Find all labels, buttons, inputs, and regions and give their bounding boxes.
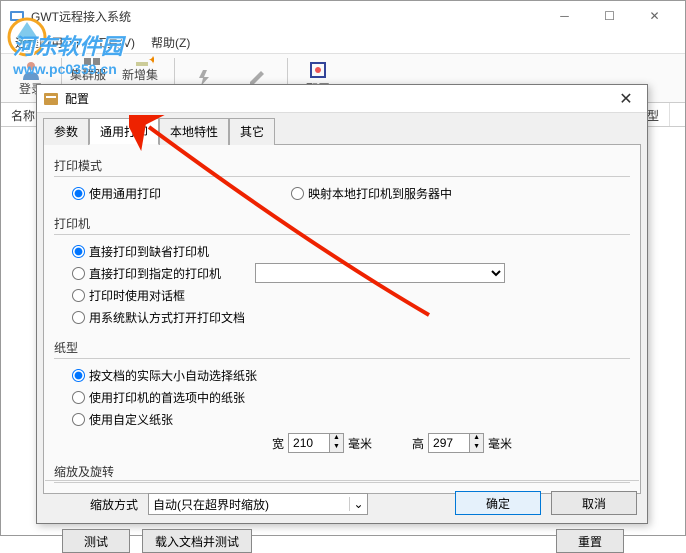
radio-printer-sysdefault[interactable]: 用系统默认方式打开打印文档 [72,307,630,327]
radio-printer-default[interactable]: 直接打印到缺省打印机 [72,241,630,261]
menu-tools[interactable]: 工具(V) [89,32,141,53]
user-icon [21,60,41,80]
height-unit: 毫米 [488,435,512,452]
spin-down-icon[interactable]: ▼ [469,443,483,452]
config-icon [308,60,328,80]
main-titlebar: GWT远程接入系统 ─ ☐ ✕ [1,1,685,31]
watermark-logo-icon [7,17,47,57]
width-label: 宽 [272,435,284,452]
config-dialog: 配置 ✕ 参数 通用打印 本地特性 其它 打印模式 使用通用打印 映射本地打印机… [36,84,648,524]
dialog-title: 配置 [65,90,89,107]
spin-down-icon[interactable]: ▼ [329,443,343,452]
dialog-icon [43,91,59,107]
main-title: GWT远程接入系统 [31,8,542,25]
printer-section: 直接打印到缺省打印机 直接打印到指定的打印机 打印时使用对话框 用系统默认方式打… [54,234,630,335]
footer-separator [45,480,639,481]
scale-label: 缩放及旋转 [54,463,630,480]
tab-params[interactable]: 参数 [43,118,89,145]
paper-section: 按文档的实际大小自动选择纸张 使用打印机的首选项中的纸张 使用自定义纸张 宽 2… [54,358,630,459]
tab-other[interactable]: 其它 [229,118,275,145]
dialog-titlebar: 配置 ✕ [37,85,647,113]
paper-label: 纸型 [54,339,630,356]
dialog-footer: 确定 取消 [455,491,637,515]
scale-method-select[interactable]: 自动(只在超界时缩放) ⌄ [148,493,368,515]
tab-universal-print[interactable]: 通用打印 [89,118,159,145]
test-button-row: 测试 载入文档并测试 重置 [54,529,630,553]
menu-bar: 远程应用(X) 工具(V) 帮助(Z) [1,31,685,53]
menu-help[interactable]: 帮助(Z) [145,32,196,53]
chevron-down-icon: ⌄ [349,497,367,511]
spin-up-icon[interactable]: ▲ [469,434,483,443]
cluster-icon [82,56,102,66]
tab-strip: 参数 通用打印 本地特性 其它 [37,117,647,144]
paper-dimensions: 宽 210▲▼ 毫米 高 297▲▼ 毫米 [272,433,630,453]
svg-text:✦: ✦ [148,56,154,66]
maximize-button[interactable]: ☐ [587,2,632,30]
radio-paper-printer[interactable]: 使用打印机的首选项中的纸张 [72,387,630,407]
printer-label: 打印机 [54,215,630,232]
width-input[interactable]: 210▲▼ [288,433,344,453]
radio-printer-specified[interactable]: 直接打印到指定的打印机 [72,265,221,282]
print-mode-label: 打印模式 [54,157,630,174]
printer-select[interactable] [255,263,505,283]
reset-button[interactable]: 重置 [556,529,624,553]
close-button[interactable]: ✕ [632,2,677,30]
minimize-button[interactable]: ─ [542,2,587,30]
radio-universal-print[interactable]: 使用通用打印 [72,183,161,203]
radio-paper-custom[interactable]: 使用自定义纸张 [72,409,630,429]
cancel-button[interactable]: 取消 [551,491,637,515]
radio-printer-dialog[interactable]: 打印时使用对话框 [72,285,630,305]
spin-up-icon[interactable]: ▲ [329,434,343,443]
load-test-button[interactable]: 载入文档并测试 [142,529,252,553]
tab-local[interactable]: 本地特性 [159,118,229,145]
scale-method-label: 缩放方式 [90,496,138,513]
tab-content: 打印模式 使用通用打印 映射本地打印机到服务器中 打印机 直接打印到缺省打印机 … [43,144,641,494]
ok-button[interactable]: 确定 [455,491,541,515]
new-cluster-icon: ✦ [134,56,154,66]
height-label: 高 [412,435,424,452]
window-controls: ─ ☐ ✕ [542,2,677,30]
radio-paper-auto[interactable]: 按文档的实际大小自动选择纸张 [72,365,630,385]
print-mode-section: 使用通用打印 映射本地打印机到服务器中 [54,176,630,211]
test-button[interactable]: 测试 [62,529,130,553]
radio-mapped-print[interactable]: 映射本地打印机到服务器中 [291,183,452,203]
dialog-close-button[interactable]: ✕ [611,89,641,109]
width-unit: 毫米 [348,435,372,452]
height-input[interactable]: 297▲▼ [428,433,484,453]
